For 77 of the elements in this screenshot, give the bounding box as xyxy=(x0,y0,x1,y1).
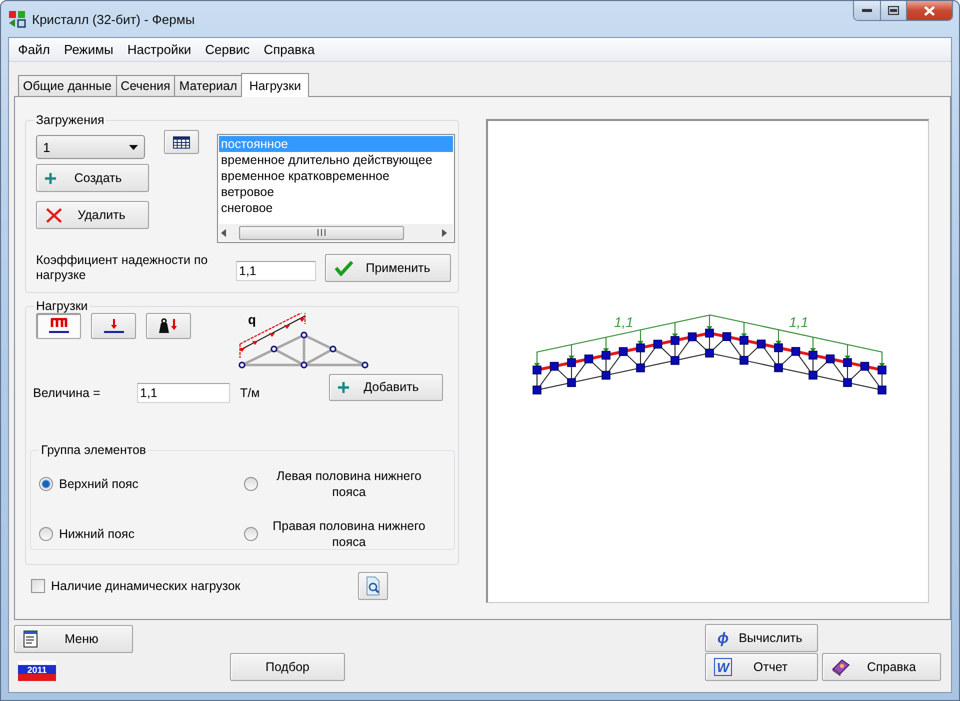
minimize-icon xyxy=(862,8,872,12)
checkbox[interactable] xyxy=(31,579,45,593)
maximize-button[interactable] xyxy=(880,1,906,20)
distributed-load-icon xyxy=(48,318,70,334)
load-type-button[interactable] xyxy=(146,313,191,339)
factor-label: Коэффициент надежности по нагрузке xyxy=(36,253,209,283)
tab[interactable]: Общие данные xyxy=(18,75,117,96)
menu-item[interactable]: Настройки xyxy=(120,42,198,57)
tab[interactable]: Нагрузки xyxy=(241,73,309,97)
truss-load-diagram-icon xyxy=(238,313,368,368)
menu-item[interactable]: Справка xyxy=(256,42,322,57)
caret-icon xyxy=(129,144,138,150)
preview-button[interactable] xyxy=(358,572,388,600)
tab[interactable]: Сечения xyxy=(116,75,176,96)
load-type-button[interactable] xyxy=(36,313,81,339)
app-icon xyxy=(8,10,26,28)
load-value-label: 1,1 xyxy=(789,314,808,330)
magnifier-icon xyxy=(365,576,381,596)
factor-input[interactable]: 1,1 xyxy=(236,261,316,281)
radio-button[interactable] xyxy=(39,527,53,541)
menu-item[interactable]: Сервис xyxy=(198,42,257,57)
table-button[interactable] xyxy=(164,130,199,154)
plus-icon xyxy=(338,382,349,392)
plus-icon xyxy=(45,172,56,184)
group-title: Загружения xyxy=(35,113,106,127)
radio-button[interactable] xyxy=(39,477,53,491)
minimize-button[interactable] xyxy=(854,1,880,20)
maximize-icon xyxy=(888,6,899,15)
close-button[interactable] xyxy=(906,1,952,20)
group-title: Группа элементов xyxy=(40,443,148,457)
radio-button[interactable] xyxy=(244,527,258,541)
group-title: Нагрузки xyxy=(35,299,89,313)
value-input[interactable]: 1,1 xyxy=(137,383,230,403)
document-letter-icon: W xyxy=(714,658,732,676)
select-button[interactable]: Подбор xyxy=(230,653,345,681)
load-symbol: q xyxy=(248,313,256,327)
radio-label: Нижний пояс xyxy=(59,526,134,542)
dropdown[interactable]: 1 xyxy=(36,135,145,159)
menu-button[interactable]: Меню xyxy=(14,625,133,653)
menu-item[interactable]: Режимы xyxy=(56,42,120,57)
delete-button[interactable]: Удалить xyxy=(36,201,149,229)
delete-icon xyxy=(45,206,63,224)
list-item[interactable]: временное кратковременное xyxy=(219,168,453,184)
radio-button[interactable] xyxy=(244,477,258,491)
scroll-left-icon xyxy=(219,228,229,236)
checkbox-label: Наличие динамических нагрузок xyxy=(51,578,242,594)
scroll-right-icon xyxy=(439,228,449,236)
help-button[interactable]: Справка xyxy=(822,653,941,681)
weight-load-icon xyxy=(158,318,180,334)
value-label: Величина = xyxy=(33,386,102,400)
list-item[interactable]: временное длительно действующее xyxy=(219,152,453,168)
create-button[interactable]: Создать xyxy=(36,164,149,192)
close-icon xyxy=(924,6,935,16)
point-load-icon xyxy=(102,318,124,334)
load-type-button[interactable] xyxy=(91,313,136,339)
document-icon xyxy=(23,630,39,648)
apply-button[interactable]: Применить xyxy=(325,254,451,282)
book-icon xyxy=(831,658,851,676)
phi-symbol: ϕ xyxy=(716,629,730,647)
calculate-button[interactable]: ϕ Вычислить xyxy=(705,624,818,652)
unit-label: Т/м xyxy=(240,386,260,400)
list-item[interactable]: ветровое xyxy=(219,184,453,200)
report-button[interactable]: W Отчет xyxy=(705,653,818,681)
tab[interactable]: Материал xyxy=(174,75,242,96)
menu-item[interactable]: Файл xyxy=(11,42,57,57)
year-badge: 2011 xyxy=(18,661,56,681)
list-item[interactable]: снеговое xyxy=(219,200,453,216)
radio-label: Верхний пояс xyxy=(59,476,138,492)
table-icon xyxy=(173,136,190,148)
radio-label: Левая половина нижнего пояса xyxy=(276,468,422,500)
radio-label: Правая половина нижнего пояса xyxy=(272,518,426,550)
add-button[interactable]: Добавить xyxy=(328,374,443,400)
horizontal-scrollbar[interactable] xyxy=(219,224,453,241)
grip-icon xyxy=(317,229,326,236)
load-value-label: 1,1 xyxy=(614,314,634,330)
window-title: Кристалл (32-бит) - Фермы xyxy=(32,12,195,26)
checkmark-icon xyxy=(334,260,354,276)
